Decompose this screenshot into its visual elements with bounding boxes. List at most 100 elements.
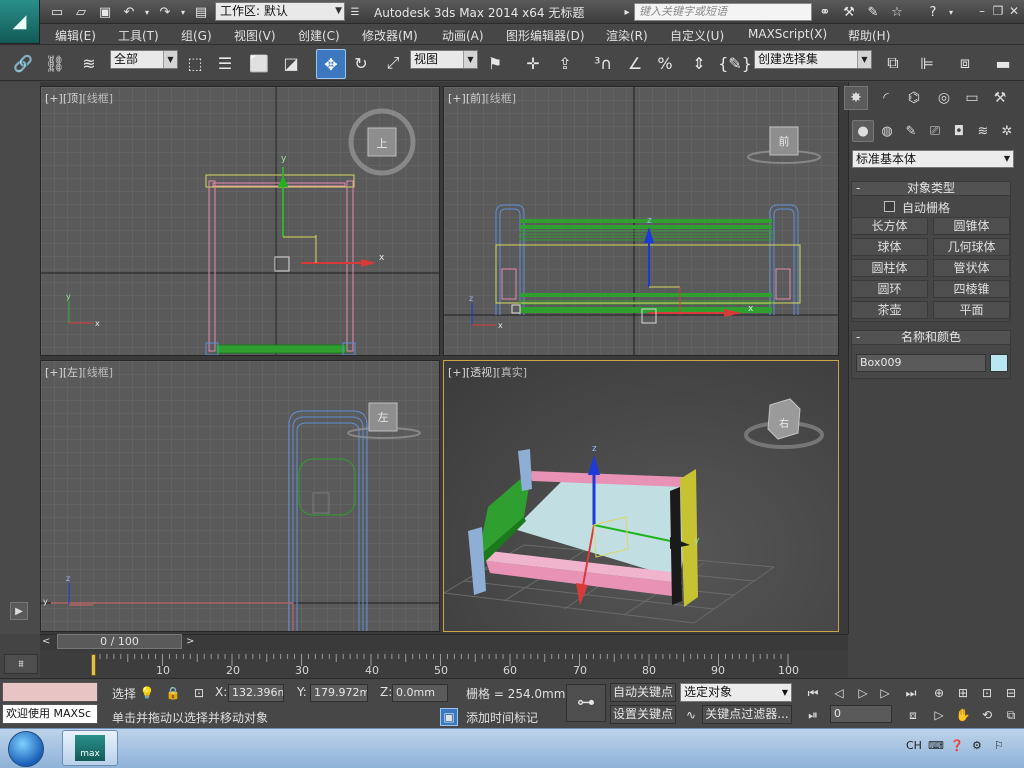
redo-icon[interactable]: ↷	[156, 3, 174, 21]
lights-icon[interactable]: ✎	[900, 120, 922, 142]
qa-customize-icon[interactable]: ☰	[346, 3, 364, 21]
maximize-viewport-icon[interactable]: ⧉	[1002, 706, 1020, 724]
key-mode-select[interactable]: 选定对象 ▼	[680, 683, 792, 702]
select-by-name-icon[interactable]: ☰	[212, 50, 238, 76]
go-to-start-icon[interactable]: ⏮	[804, 684, 822, 702]
autogrid-checkbox[interactable]	[884, 201, 895, 212]
binoculars-icon[interactable]: ⚭	[816, 3, 834, 21]
torus-button[interactable]: 圆环	[851, 280, 928, 298]
zoom-extents-all-icon[interactable]: ⊟	[1002, 684, 1020, 702]
new-icon[interactable]: ▭	[48, 3, 66, 21]
menu-customize[interactable]: 自定义(U)	[670, 27, 724, 44]
viewport-left[interactable]: [+][左][线框] z y 左	[40, 360, 440, 632]
absolute-mode-icon[interactable]: ⊡	[190, 684, 208, 702]
viewcube-face-right[interactable]: 右	[776, 415, 792, 430]
geometry-icon[interactable]: ●	[852, 120, 874, 142]
select-and-scale-icon[interactable]: ⤢	[380, 50, 406, 76]
field-of-view-icon[interactable]: ▷	[930, 706, 948, 724]
pyramid-button[interactable]: 四棱锥	[933, 280, 1010, 298]
angle-snap-icon[interactable]: ∠	[622, 50, 648, 76]
viewport-view-label[interactable]: [顶]	[63, 92, 83, 105]
isolate-selection-icon[interactable]: 💡	[138, 684, 156, 702]
viewcube-face-left[interactable]: 左	[375, 409, 391, 425]
star-icon[interactable]: ☆	[888, 3, 906, 21]
x-coordinate-field[interactable]: 132.396mm	[228, 684, 284, 702]
viewport-front-label[interactable]: [+][前][线框]	[448, 90, 516, 106]
select-and-rotate-icon[interactable]: ↻	[348, 50, 374, 76]
current-frame-marker[interactable]	[91, 654, 96, 676]
shapes-icon[interactable]: ◍	[876, 120, 898, 142]
object-color-swatch[interactable]	[990, 354, 1008, 372]
selection-lock-icon[interactable]: 🔒	[164, 684, 182, 702]
viewport-left-label[interactable]: [+][左][线框]	[45, 364, 113, 380]
select-manipulate-icon[interactable]: ✛	[520, 50, 546, 76]
time-next-icon[interactable]: >	[186, 636, 194, 647]
viewport-top-label[interactable]: [+][顶][线框]	[45, 90, 113, 106]
mini-curve-editor-icon[interactable]: ⩩	[4, 654, 38, 674]
reference-coord-select[interactable]: 视图 ▼	[410, 50, 478, 69]
rollout-name-color[interactable]: - 名称和颜色	[851, 330, 1011, 345]
restore-icon[interactable]: ❐	[990, 3, 1006, 19]
utilities-tab-icon[interactable]: ⚒	[988, 86, 1012, 110]
systems-icon[interactable]: ✲	[996, 120, 1018, 142]
redo-dropdown-icon[interactable]: ▾	[174, 3, 192, 21]
viewport-shading-label[interactable]: [线框]	[485, 92, 516, 105]
link-icon[interactable]: 🔗	[10, 50, 36, 76]
time-config-icon[interactable]: ⧈	[904, 706, 922, 724]
helpers-icon[interactable]: ◘	[948, 120, 970, 142]
teapot-button[interactable]: 茶壶	[851, 301, 928, 319]
pin-icon[interactable]: ✎	[864, 3, 882, 21]
help-icon[interactable]: ?	[924, 3, 942, 21]
rollout-object-type[interactable]: - 对象类型	[851, 181, 1011, 196]
save-icon[interactable]: ▣	[96, 3, 114, 21]
add-time-tag-button[interactable]: 添加时间标记	[466, 709, 538, 726]
undo-icon[interactable]: ↶	[120, 3, 138, 21]
maxscript-mini-listener[interactable]: 欢迎使用 MAXSc	[2, 704, 98, 724]
z-coordinate-field[interactable]: 0.0mm	[392, 684, 448, 702]
search-input[interactable]: 键入关键字或短语	[634, 3, 812, 21]
viewport-shading-label[interactable]: [线框]	[82, 366, 113, 379]
object-category-select[interactable]: 标准基本体 ▼	[852, 150, 1014, 168]
viewport-perspective[interactable]: [+][透视][真实] z y 右	[443, 360, 839, 632]
play-icon[interactable]: ▷	[854, 684, 872, 702]
viewport-perspective-label[interactable]: [+][透视][真实]	[448, 364, 527, 380]
help-tray-icon[interactable]: ❓	[950, 739, 964, 752]
viewport-top[interactable]: [+][顶][线框] x y y x 上	[40, 86, 440, 356]
language-indicator[interactable]: CH	[906, 739, 922, 752]
viewcube-face-front[interactable]: 前	[776, 133, 792, 149]
percent-snap-icon[interactable]: %	[652, 50, 678, 76]
graphite-ribbon-icon[interactable]: ▬	[990, 50, 1016, 76]
mirror-icon[interactable]: ⧉	[880, 50, 906, 76]
spinner-snap-icon[interactable]: ⇕	[686, 50, 712, 76]
time-prev-icon[interactable]: <	[42, 636, 50, 647]
menu-modifiers[interactable]: 修改器(M)	[362, 27, 418, 44]
hierarchy-tab-icon[interactable]: ⌬	[902, 86, 926, 110]
tools-icon[interactable]: ⚒	[840, 3, 858, 21]
viewport-view-label[interactable]: [左]	[63, 366, 83, 379]
viewport-menu-plus[interactable]: [+]	[45, 92, 63, 105]
display-tab-icon[interactable]: ▭	[960, 86, 984, 110]
keyboard-shortcut-icon[interactable]: ⇪	[552, 50, 578, 76]
previous-frame-icon[interactable]: ◁	[830, 684, 848, 702]
geosphere-button[interactable]: 几何球体	[933, 238, 1010, 256]
unlink-icon[interactable]: ⛓	[42, 50, 68, 76]
key-icon[interactable]: ⊶	[566, 684, 606, 722]
menu-views[interactable]: 视图(V)	[234, 27, 276, 44]
viewport-shading-label[interactable]: [真实]	[496, 366, 527, 379]
cameras-icon[interactable]: ⎚	[924, 120, 946, 142]
layer-manager-icon[interactable]: ⧈	[952, 50, 978, 76]
zoom-extents-icon[interactable]: ⊡	[978, 684, 996, 702]
tray-settings-icon[interactable]: ⚙	[972, 739, 982, 752]
pivot-center-icon[interactable]: ⚑	[482, 50, 508, 76]
viewport-view-label[interactable]: [透视]	[466, 366, 497, 379]
create-tab-icon[interactable]: ✸	[844, 86, 868, 110]
viewcube-face-top[interactable]: 上	[374, 135, 390, 151]
time-tag-icon[interactable]: ▣	[440, 708, 458, 726]
edit-named-selection-icon[interactable]: {✎}	[718, 50, 752, 76]
flag-icon[interactable]: ⚐	[994, 739, 1004, 752]
cone-button[interactable]: 圆锥体	[933, 217, 1010, 235]
rect-selection-icon[interactable]: ⬜	[246, 50, 272, 76]
y-coordinate-field[interactable]: 179.972mm	[310, 684, 368, 702]
viewport-menu-plus[interactable]: [+]	[448, 92, 466, 105]
spacewarps-icon[interactable]: ≋	[972, 120, 994, 142]
